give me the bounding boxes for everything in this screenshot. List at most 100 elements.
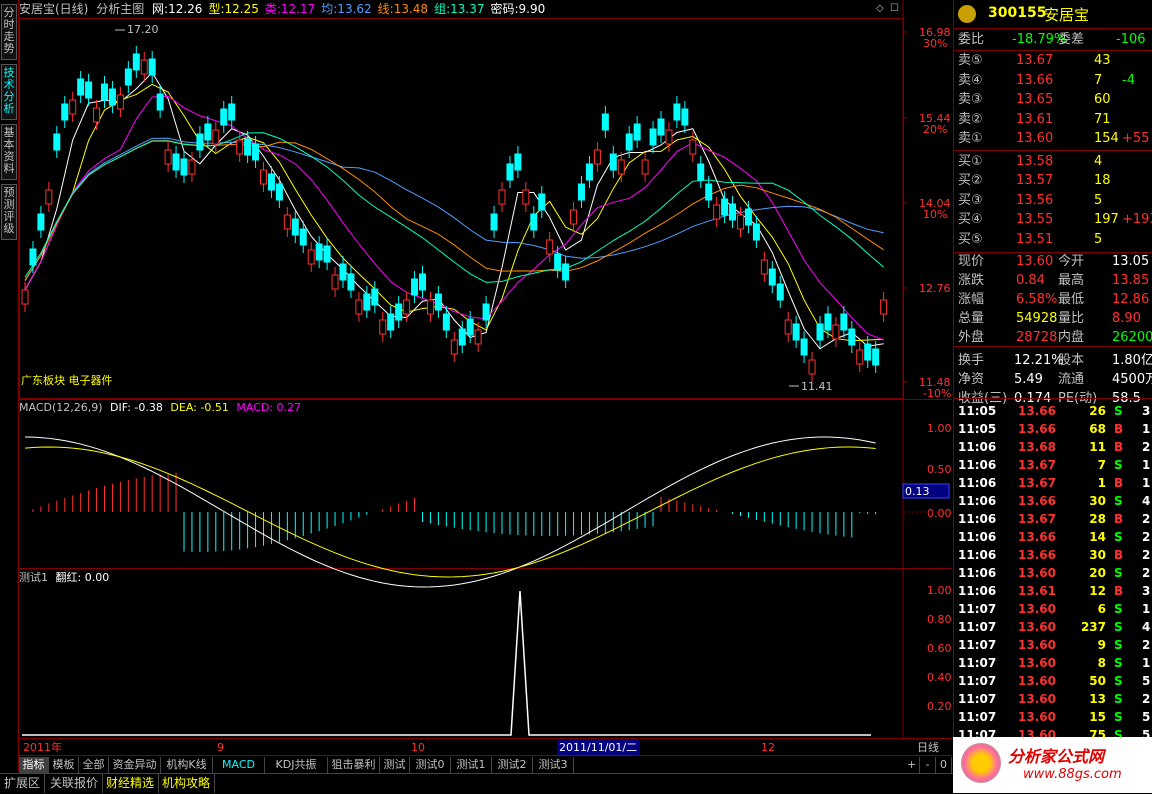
tick-cell: 3 — [1142, 404, 1151, 418]
tick-cell: 30 — [1089, 548, 1106, 562]
cell: 12.21% — [1014, 353, 1064, 368]
indicator-tab[interactable]: 机构K线 — [161, 757, 213, 773]
tick-cell: S — [1114, 638, 1123, 652]
date-label: 2011年 — [23, 741, 62, 754]
tick-cell: 6 — [1097, 602, 1106, 616]
indicator-tab[interactable]: 测试3 — [533, 757, 574, 773]
cell: 13.60 — [1016, 131, 1054, 146]
tick-cell: 11:06 — [958, 458, 997, 472]
tab-intraday[interactable]: 分时走势 — [1, 4, 17, 60]
tick-cell: 11 — [1089, 440, 1106, 454]
cell: 13.05 — [1112, 254, 1150, 269]
tick-cell: 13.66 — [1018, 548, 1056, 562]
cell: 13.66 — [1016, 72, 1054, 88]
cell: 内盘 — [1058, 330, 1085, 345]
cell: 13.58 — [1016, 153, 1054, 169]
tick-row: 11:06 13.67 1 B 1 — [954, 474, 1152, 492]
indicator-tab[interactable]: 模板 — [49, 757, 79, 773]
tick-cell: 30 — [1089, 494, 1106, 508]
tick-cell: 1 — [1142, 422, 1151, 436]
indicator-tab[interactable]: 测试 — [380, 757, 410, 773]
kline-chart[interactable]: 16.9830%15.4420%14.0410%12.7611.48-10%1.… — [19, 0, 952, 772]
tick-cell: 7 — [1097, 458, 1106, 472]
cell: 13.51 — [1016, 231, 1054, 247]
stat-row: 总量 54928 量比 8.90 — [954, 309, 1152, 328]
bid-row: 买⑤ 13.51 5 — [954, 230, 1152, 249]
cell: 换手 — [958, 353, 985, 368]
indicator-tab[interactable]: 资金异动 — [109, 757, 161, 773]
tick-cell: 4 — [1142, 494, 1151, 508]
stat-row: 涨幅 6.58% 最低 12.86 — [954, 290, 1152, 309]
status-tab-related[interactable]: 关联报价 — [46, 774, 104, 793]
cell: 8.90 — [1112, 311, 1141, 326]
indicator-tab[interactable]: 狙击暴利 — [328, 757, 380, 773]
tick-row: 11:06 13.68 11 B 2 — [954, 438, 1152, 456]
period-label[interactable]: 日线 — [917, 740, 939, 755]
status-tab-extend[interactable]: 扩展区 — [0, 774, 46, 793]
cell: 最低 — [1058, 292, 1085, 307]
indicator-tab[interactable]: KDJ共振 — [265, 757, 328, 773]
cell: 4500万 — [1112, 372, 1152, 387]
tick-cell: 68 — [1089, 422, 1106, 436]
indicator-tab[interactable]: 测试1 — [451, 757, 492, 773]
tick-row: 11:07 13.60 15 S 5 — [954, 708, 1152, 726]
test-axis-label: 0.80 — [927, 613, 952, 626]
tick-cell: 13.60 — [1018, 656, 1056, 670]
tab-technical-analysis[interactable]: 技术分析 — [1, 64, 17, 120]
indicator-tab[interactable]: 指标 — [19, 757, 49, 773]
test-axis-label: 1.00 — [927, 584, 952, 597]
tick-row: 11:06 13.66 30 B 2 — [954, 546, 1152, 564]
cell: 71 — [1094, 111, 1111, 127]
indicator-tab[interactable]: 测试0 — [410, 757, 451, 773]
logo-text: 分析家公式网 — [1008, 747, 1105, 766]
cell: 1.80亿 — [1112, 353, 1152, 368]
cell: 买⑤ — [958, 231, 983, 247]
cell: 卖① — [958, 131, 983, 146]
tick-cell: 15 — [1089, 710, 1106, 724]
indicator-tab[interactable]: 测试2 — [492, 757, 533, 773]
tick-cell: 11:06 — [958, 476, 997, 490]
stock-logo-icon — [958, 5, 976, 23]
tick-cell: 11:06 — [958, 584, 997, 598]
tick-cell: 11:07 — [958, 602, 997, 616]
status-tab-finance[interactable]: 财经精选 — [102, 774, 160, 793]
indicator-tabs: 指标 模板 全部 资金异动 机构K线 MACD KDJ共振 狙击暴利 测试 测试0 测试1 测试2 测试… — [19, 755, 952, 774]
tab-rating[interactable]: 预测评级 — [1, 184, 17, 240]
tick-cell: S — [1114, 692, 1123, 706]
order-ratio-row: 委比 -18.79% 委差 -106 — [954, 30, 1152, 49]
cell: 外盘 — [958, 330, 985, 345]
tick-cell: 13.60 — [1018, 638, 1056, 652]
test-title: 测试1 — [19, 571, 48, 584]
cell: 委差 — [1058, 32, 1085, 47]
macd-axis-label: 0.50 — [927, 463, 952, 476]
tick-cell: 13.60 — [1018, 566, 1056, 580]
scroll-control[interactable]: + — [904, 757, 920, 773]
tick-cell: 3 — [1142, 584, 1151, 598]
cell: 13.55 — [1016, 212, 1054, 227]
tick-row: 11:06 13.61 12 B 3 — [954, 582, 1152, 600]
cell: 13.65 — [1016, 92, 1054, 107]
macd-histogram — [32, 472, 877, 552]
tick-cell: 11:07 — [958, 674, 997, 688]
indicator-tab[interactable]: MACD — [213, 757, 265, 773]
tick-cell: 13.61 — [1018, 584, 1056, 598]
tick-cell: 5 — [1142, 674, 1151, 688]
scroll-control[interactable]: - — [920, 757, 936, 773]
indicator-tab[interactable]: 全部 — [79, 757, 109, 773]
pct-axis-label: 10% — [923, 208, 947, 221]
status-tab-institution[interactable]: 机构攻略 — [158, 774, 216, 793]
cell: 43 — [1094, 53, 1111, 68]
bid-row: 买② 13.57 18 — [954, 171, 1152, 190]
stat-row: 现价 13.60 今开 13.05 — [954, 252, 1152, 271]
tick-cell: 13.60 — [1018, 602, 1056, 616]
cell: 7 — [1094, 72, 1103, 88]
tick-cell: B — [1114, 476, 1124, 490]
low-annotation: 11.41 — [801, 380, 833, 393]
cell: 6.58% — [1016, 292, 1058, 307]
ask-row: 卖① 13.60 154 +55 — [954, 129, 1152, 148]
tab-fundamentals[interactable]: 基本资料 — [1, 124, 17, 180]
cell: 5 — [1094, 231, 1103, 247]
cell: 涨跌 — [958, 273, 985, 288]
scroll-control[interactable]: 0 — [936, 757, 952, 773]
tick-cell: 13.67 — [1018, 512, 1056, 526]
